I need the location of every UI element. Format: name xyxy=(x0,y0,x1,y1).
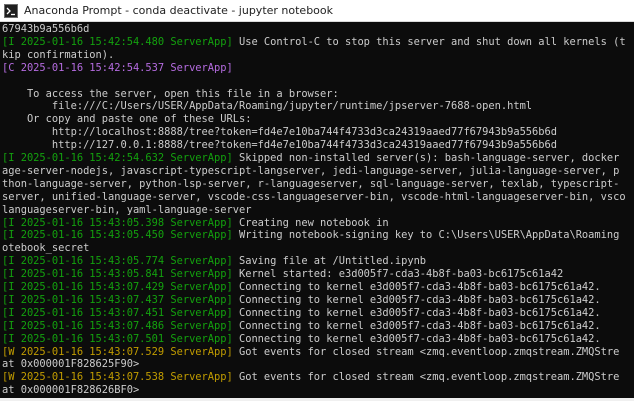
console-line: [W 2025-01-16 15:43:07.529 ServerApp] Go… xyxy=(2,346,619,358)
console-line: age-server-nodejs, javascript-typescript… xyxy=(2,165,619,177)
console-line: Or copy and paste one of these URLs: xyxy=(2,113,252,126)
log-text: languageserver-bin, yaml-language-server xyxy=(2,203,252,216)
log-text: Connecting to kernel e3d005f7-cda3-4b8f-… xyxy=(232,293,601,306)
log-text: Kernel started: e3d005f7-cda3-4b8f-ba03-… xyxy=(232,268,564,281)
log-tag: [W 2025-01-16 15:43:07.538 ServerApp] xyxy=(2,371,233,384)
log-text: http://127.0.0.1:8888/tree?token=fd4e7e1… xyxy=(2,139,557,152)
log-tag: [I 2025-01-16 15:43:07.429 ServerApp] xyxy=(2,281,233,293)
log-tag: [C 2025-01-16 15:42:54.537 ServerApp] xyxy=(2,61,233,74)
log-text: Connecting to kernel e3d005f7-cda3-4b8f-… xyxy=(232,332,601,345)
log-text: http://localhost:8888/tree?token=fd4e7e1… xyxy=(2,126,557,139)
console-output[interactable]: 67943b9a556b6d [I 2025-01-16 15:42:54.480… xyxy=(0,22,634,399)
log-text: To access the server, open this file in … xyxy=(2,87,339,100)
log-text: at 0x000001F828626BF0> xyxy=(2,384,140,397)
console-line: To access the server, open this file in … xyxy=(2,88,339,100)
log-text: Connecting to kernel e3d005f7-cda3-4b8f-… xyxy=(232,281,601,293)
log-text: Got events for closed stream <zmq.eventl… xyxy=(232,345,620,358)
console-line: [I 2025-01-16 15:43:07.429 ServerApp] Co… xyxy=(2,281,601,293)
console-line: [W 2025-01-16 15:43:07.538 ServerApp] Go… xyxy=(2,371,619,383)
log-tag: [I 2025-01-16 15:43:07.486 ServerApp] xyxy=(2,319,233,332)
console-line: [C 2025-01-16 15:42:54.537 ServerApp] xyxy=(2,62,233,74)
console-line: languageserver-bin, yaml-language-server xyxy=(2,204,251,216)
console-line: [I 2025-01-16 15:42:54.480 ServerApp] Us… xyxy=(2,36,626,48)
console-line: [I 2025-01-16 15:43:05.841 ServerApp] Ke… xyxy=(2,268,563,280)
log-text: Writing notebook-signing key to C:\Users… xyxy=(232,229,620,242)
console-line: at 0x000001F828626BF0> xyxy=(2,384,139,396)
terminal-app-icon xyxy=(4,3,18,18)
log-tag: [I 2025-01-16 15:42:54.632 ServerApp] xyxy=(2,152,233,164)
log-text: otebook_secret xyxy=(2,242,90,255)
log-tag: [I 2025-01-16 15:43:07.437 ServerApp] xyxy=(2,293,233,306)
console-line: [I 2025-01-16 15:43:07.437 ServerApp] Co… xyxy=(2,294,601,306)
console-line: http://localhost:8888/tree?token=fd4e7e1… xyxy=(2,126,557,138)
console-line: [I 2025-01-16 15:43:07.451 ServerApp] Co… xyxy=(2,307,601,319)
console-line: 67943b9a556b6d xyxy=(2,23,89,35)
log-text: kip confirmation). xyxy=(2,48,115,61)
log-text: Or copy and paste one of these URLs: xyxy=(2,113,252,126)
console-line: [I 2025-01-16 15:43:05.774 ServerApp] Sa… xyxy=(2,255,426,267)
window-title: Anaconda Prompt - conda deactivate - jup… xyxy=(24,4,334,17)
log-tag: [W 2025-01-16 15:43:07.529 ServerApp] xyxy=(2,345,233,358)
console-line: [I 2025-01-16 15:43:07.501 ServerApp] Co… xyxy=(2,333,601,345)
log-text: server, unified-language-server, vscode-… xyxy=(2,190,626,203)
console-line: [I 2025-01-16 15:43:05.398 ServerApp] Cr… xyxy=(2,217,389,229)
log-text: Got events for closed stream <zmq.eventl… xyxy=(232,371,620,384)
log-tag: [I 2025-01-16 15:43:05.774 ServerApp] xyxy=(2,255,233,268)
log-text: file:///C:/Users/USER/AppData/Roaming/ju… xyxy=(2,100,533,113)
console-line: server, unified-language-server, vscode-… xyxy=(2,191,626,203)
log-text: Use Control-C to stop this server and sh… xyxy=(232,35,626,48)
console-line: http://127.0.0.1:8888/tree?token=fd4e7e1… xyxy=(2,139,557,151)
console-line: [I 2025-01-16 15:43:05.450 ServerApp] Wr… xyxy=(2,229,619,241)
console-line: kip confirmation). xyxy=(2,49,114,61)
title-bar[interactable]: Anaconda Prompt - conda deactivate - jup… xyxy=(0,0,634,22)
log-text: thon-language-server, python-lsp-server,… xyxy=(2,177,620,190)
console-line: thon-language-server, python-lsp-server,… xyxy=(2,178,619,190)
log-tag: [I 2025-01-16 15:43:05.841 ServerApp] xyxy=(2,268,233,281)
log-tag: [I 2025-01-16 15:43:07.501 ServerApp] xyxy=(2,332,233,345)
log-tag: [I 2025-01-16 15:43:05.450 ServerApp] xyxy=(2,229,233,242)
console-line: otebook_secret xyxy=(2,242,89,254)
log-text: Connecting to kernel e3d005f7-cda3-4b8f-… xyxy=(232,306,601,319)
log-tag: [I 2025-01-16 15:43:05.398 ServerApp] xyxy=(2,216,233,229)
console-line: at 0x000001F828625F90> xyxy=(2,358,139,370)
console-line: [I 2025-01-16 15:42:54.632 ServerApp] Sk… xyxy=(2,152,619,164)
terminal-window: Anaconda Prompt - conda deactivate - jup… xyxy=(0,0,634,401)
log-text: Connecting to kernel e3d005f7-cda3-4b8f-… xyxy=(232,319,601,332)
log-text: Skipped non-installed server(s): bash-la… xyxy=(232,152,620,164)
console-line: [I 2025-01-16 15:43:07.486 ServerApp] Co… xyxy=(2,320,601,332)
log-text: at 0x000001F828625F90> xyxy=(2,358,140,371)
console-line: file:///C:/Users/USER/AppData/Roaming/ju… xyxy=(2,100,532,112)
log-tag: [I 2025-01-16 15:43:07.451 ServerApp] xyxy=(2,306,233,319)
log-tag: [I 2025-01-16 15:42:54.480 ServerApp] xyxy=(2,35,233,48)
log-text: 67943b9a556b6d xyxy=(2,23,90,35)
log-text: age-server-nodejs, javascript-typescript… xyxy=(2,164,620,177)
log-text: Creating new notebook in xyxy=(232,216,389,229)
log-text: Saving file at /Untitled.ipynb xyxy=(232,255,427,268)
